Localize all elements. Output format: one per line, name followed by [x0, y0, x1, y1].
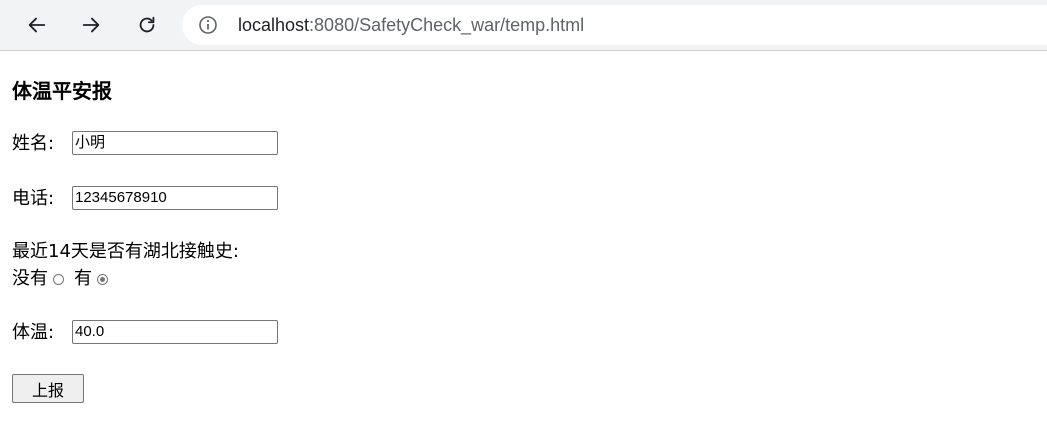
reload-button[interactable]	[131, 9, 163, 41]
address-bar[interactable]: localhost:8080/SafetyCheck_war/temp.html	[182, 5, 1047, 45]
browser-toolbar: localhost:8080/SafetyCheck_war/temp.html	[0, 0, 1047, 51]
forward-button[interactable]	[75, 9, 107, 41]
hubei-contact-question: 最近14天是否有湖北接触史:	[12, 241, 239, 262]
url-text[interactable]: localhost:8080/SafetyCheck_war/temp.html	[238, 15, 584, 35]
option-yes-label: 有	[74, 268, 92, 289]
phone-input[interactable]	[72, 186, 278, 210]
name-label: 姓名:	[12, 133, 55, 154]
arrow-left-icon	[28, 17, 46, 33]
submit-button[interactable]: 上报	[12, 374, 84, 403]
arrow-right-icon	[82, 17, 100, 33]
page-content: 体温平安报 姓名: 电话: 最近14天是否有湖北接触史: 没有 有 体温: 上报	[0, 51, 1047, 432]
temperature-input[interactable]	[72, 320, 278, 344]
page-title: 体温平安报	[12, 79, 112, 103]
url-path: :8080/SafetyCheck_war/temp.html	[309, 15, 585, 35]
back-button[interactable]	[21, 9, 53, 41]
info-icon[interactable]	[198, 15, 218, 35]
option-no-radio[interactable]	[53, 273, 64, 285]
option-yes-radio[interactable]	[97, 273, 108, 285]
phone-label: 电话:	[12, 188, 55, 209]
url-host: localhost	[238, 15, 310, 35]
option-no-label: 没有	[12, 268, 48, 289]
reload-icon	[139, 16, 155, 33]
hubei-contact-options: 没有 有	[12, 267, 114, 291]
name-input[interactable]	[72, 131, 278, 155]
temperature-label: 体温:	[12, 322, 55, 343]
